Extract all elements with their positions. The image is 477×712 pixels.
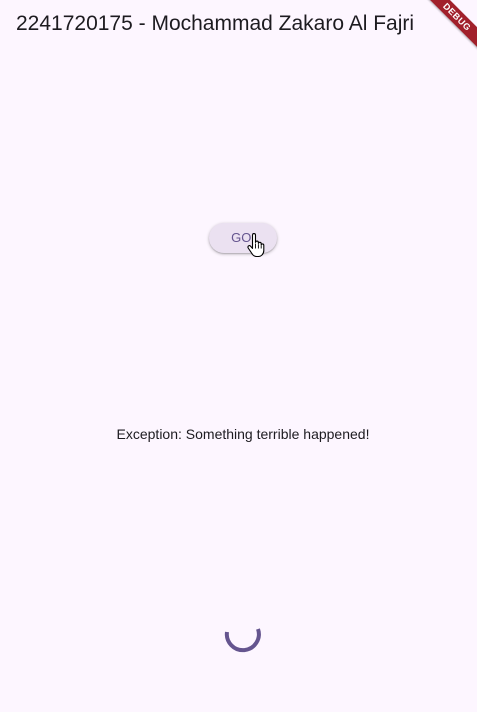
loading-spinner-icon xyxy=(224,628,261,653)
debug-banner: DEBUG xyxy=(417,0,477,60)
go-button[interactable]: GO! xyxy=(209,223,277,253)
hand-pointer-cursor-icon xyxy=(247,233,265,257)
app-bar-title: 2241720175 - Mochammad Zakaro Al Fajri xyxy=(16,12,415,35)
error-message: Exception: Something terrible happened! xyxy=(116,426,370,442)
debug-banner-label: DEBUG xyxy=(422,0,477,52)
